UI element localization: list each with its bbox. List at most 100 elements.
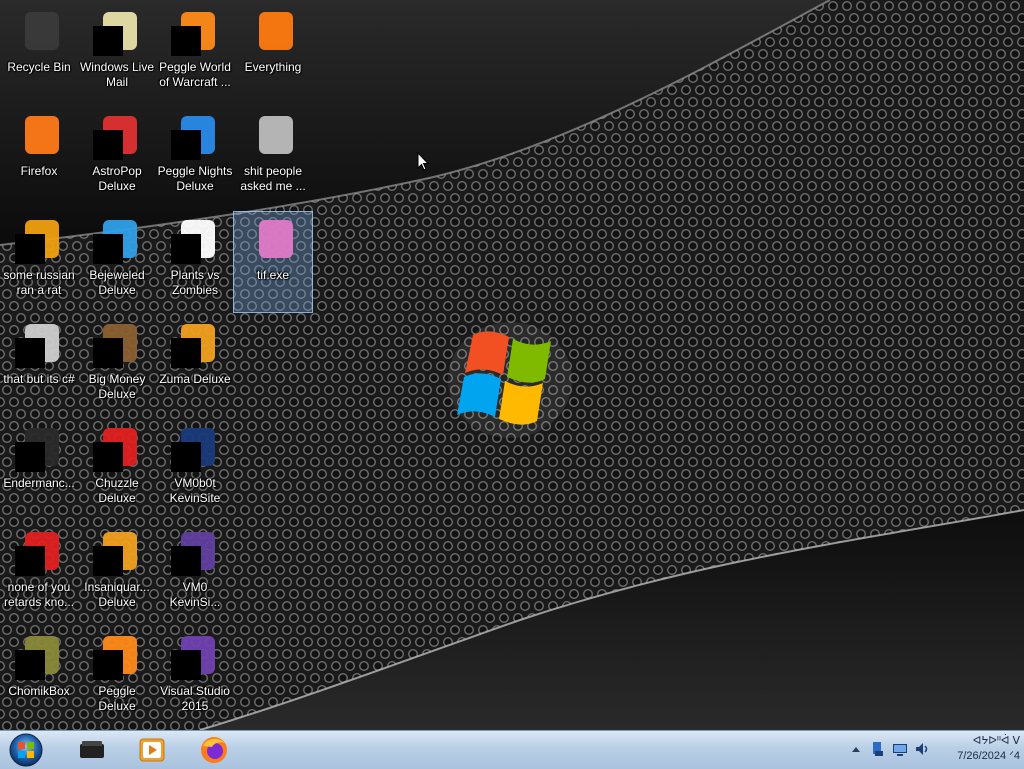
redaction-box (93, 338, 123, 368)
desktop-icon-label: VM0b0t KevinSite (169, 476, 221, 505)
volume-icon[interactable] (914, 741, 930, 757)
desktop-icon-bejeweled-deluxe[interactable]: Bejeweled Deluxe (78, 212, 156, 312)
peggle-deluxe-icon (93, 632, 141, 680)
visual-studio-icon (171, 632, 219, 680)
desktop-icon-label: Zuma Deluxe (159, 372, 231, 386)
desktop-icon-recycle-bin[interactable]: Recycle Bin (0, 4, 78, 104)
desktop-icon-label: Windows Live Mail (79, 60, 155, 89)
taskbar: ᐊᔭᐅᐦᐋ ᐯ 7/26/2024 ᐟ4 (0, 730, 1024, 769)
show-hidden-icons-icon[interactable] (848, 741, 864, 757)
redaction-box (93, 26, 123, 56)
app-icon (15, 528, 63, 576)
redaction-box (171, 546, 201, 576)
clock[interactable]: ᐊᔭᐅᐦᐋ ᐯ 7/26/2024 ᐟ4 (940, 734, 1020, 764)
desktop-icon-insaniquarium-deluxe[interactable]: Insaniquar... Deluxe (78, 524, 156, 624)
console-icon (15, 424, 63, 472)
redaction-box (93, 130, 123, 160)
desktop-icon-zuma-deluxe[interactable]: Zuma Deluxe (156, 316, 234, 416)
desktop-icon-visual-studio[interactable]: Visual Studio 2015 (156, 628, 234, 728)
device-icon[interactable] (76, 734, 108, 766)
peggle-world-of-warcraft-icon (171, 8, 219, 56)
desktop-icon-app[interactable]: none of you retards kno... (0, 524, 78, 624)
desktop-icon-label: Bejeweled Deluxe (89, 268, 145, 297)
redaction-box (15, 234, 45, 264)
redaction-box (93, 546, 123, 576)
desktop-icon-label: Recycle Bin (7, 60, 71, 74)
desktop-icon-label: Plants vs Zombies (170, 268, 220, 297)
desktop-icon-tif-exe[interactable]: tif.exe (233, 211, 313, 313)
plants-vs-zombies-icon (171, 216, 219, 264)
network-icon[interactable] (892, 741, 908, 757)
desktop-icon-astropop-deluxe[interactable]: AstroPop Deluxe (78, 108, 156, 208)
redaction-box (93, 234, 123, 264)
desktop-icon-label: tif.exe (256, 268, 289, 282)
desktop-icon-file[interactable]: that but its c# (0, 316, 78, 416)
desktop-icon-firefox[interactable]: Firefox (0, 108, 78, 208)
start-button[interactable] (6, 732, 46, 768)
chuzzle-deluxe-icon (93, 424, 141, 472)
desktop-icon-chomikbox[interactable]: ChomikBox (0, 628, 78, 728)
desktop-icon-label: AstroPop Deluxe (92, 164, 142, 193)
desktop-icon-label: Big Money Deluxe (88, 372, 146, 401)
desktop-icon-label: Everything (244, 60, 302, 74)
media-player-icon[interactable] (136, 734, 168, 766)
redaction-box (171, 26, 201, 56)
desktop-icon-label: none of you retards kno... (3, 580, 75, 609)
redaction-box (171, 650, 201, 680)
desktop-icon-label: that but its c# (3, 372, 75, 386)
desktop-icon-windows-live-mail[interactable]: Windows Live Mail (78, 4, 156, 104)
windows-live-mail-icon (93, 8, 141, 56)
zuma-deluxe-icon (171, 320, 219, 368)
desktop-icon-vm0[interactable]: VM0 KevinSi... (156, 524, 234, 624)
mouse-cursor-icon (417, 152, 429, 171)
system-tray: ᐊᔭᐅᐦᐋ ᐯ 7/26/2024 ᐟ4 (844, 731, 1024, 769)
desktop-icon-console[interactable]: Endermanc... (0, 420, 78, 520)
clock-time: ᐊᔭᐅᐦᐋ ᐯ (972, 735, 1020, 747)
desktop-icon-folder[interactable]: shit people asked me ... (234, 108, 312, 208)
insaniquarium-deluxe-icon (93, 528, 141, 576)
redaction-box (171, 234, 201, 264)
bejeweled-deluxe-icon (93, 216, 141, 264)
redaction-box (171, 338, 201, 368)
desktop-icon-label: VM0 KevinSi... (169, 580, 221, 609)
redaction-box (15, 546, 45, 576)
desktop-icon-label: Peggle World of Warcraft ... (159, 60, 231, 89)
desktop-icon-label: Firefox (20, 164, 58, 178)
desktop-icon-vm0b0t[interactable]: VM0b0t KevinSite (156, 420, 234, 520)
everything-icon (249, 8, 297, 56)
firefox-icon (15, 112, 63, 160)
recycle-bin-icon (15, 8, 63, 56)
desktop-icon-label: Insaniquar... Deluxe (84, 580, 150, 609)
redaction-box (93, 650, 123, 680)
file-icon (15, 320, 63, 368)
astropop-deluxe-icon (93, 112, 141, 160)
redaction-box (15, 650, 45, 680)
firefox-icon[interactable] (198, 734, 230, 766)
tif-exe-icon (249, 216, 297, 264)
redaction-box (15, 442, 45, 472)
desktop-icon-chuzzle-deluxe[interactable]: Chuzzle Deluxe (78, 420, 156, 520)
vm0-icon (171, 528, 219, 576)
desktop-icon-label: Peggle Nights Deluxe (157, 164, 233, 193)
tray-app-icon[interactable] (870, 741, 886, 757)
redaction-box (15, 338, 45, 368)
desktop-icon-peggle-nights-deluxe[interactable]: Peggle Nights Deluxe (156, 108, 234, 208)
windows-logo (448, 322, 572, 438)
peggle-nights-deluxe-icon (171, 112, 219, 160)
desktop-icon-file[interactable]: some russian ran a rat (0, 212, 78, 312)
redaction-box (171, 442, 201, 472)
desktop-icon-label: Endermanc... (3, 476, 75, 490)
desktop-icon-label: Chuzzle Deluxe (95, 476, 139, 505)
desktop-icon-label: ChomikBox (8, 684, 70, 698)
desktop-icon-peggle-deluxe[interactable]: Peggle Deluxe (78, 628, 156, 728)
big-money-deluxe-icon (93, 320, 141, 368)
desktop-icon-peggle-world-of-warcraft[interactable]: Peggle World of Warcraft ... (156, 4, 234, 104)
chomikbox-icon (15, 632, 63, 680)
clock-date: 7/26/2024 ᐟ4 (957, 750, 1020, 762)
desktop-icon-everything[interactable]: Everything (234, 4, 312, 104)
file-icon (15, 216, 63, 264)
desktop-icon-big-money-deluxe[interactable]: Big Money Deluxe (78, 316, 156, 416)
vm0b0t-icon (171, 424, 219, 472)
desktop-icon-plants-vs-zombies[interactable]: Plants vs Zombies (156, 212, 234, 312)
redaction-box (171, 130, 201, 160)
